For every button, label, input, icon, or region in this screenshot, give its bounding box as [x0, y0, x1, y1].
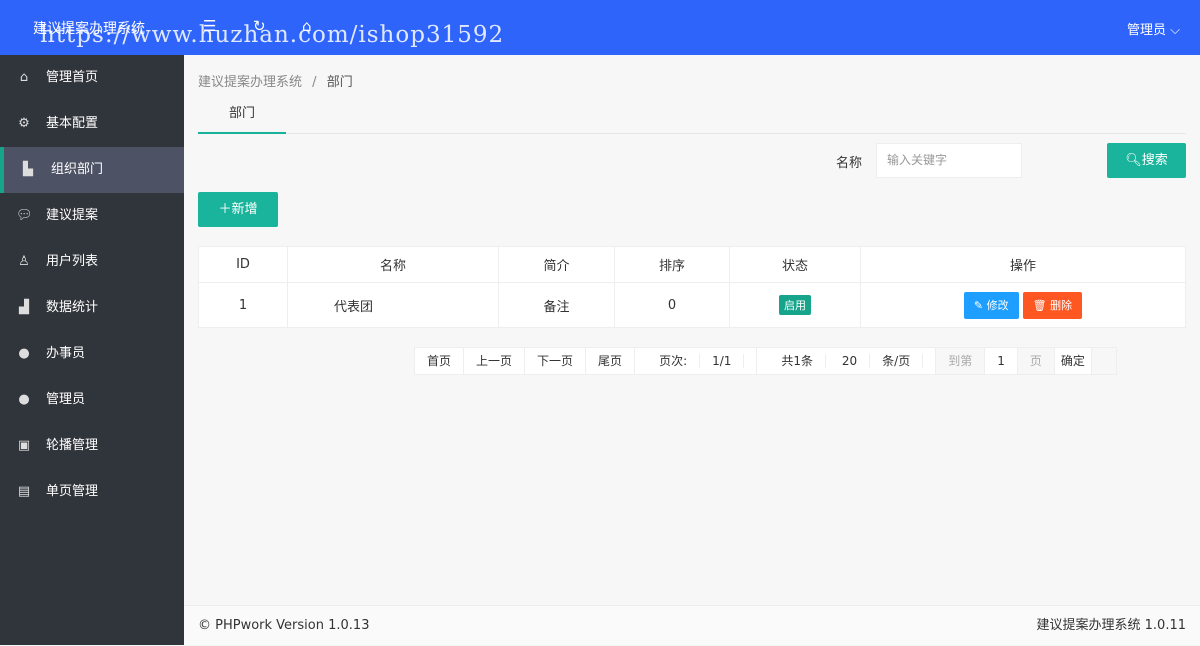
pager-spacer: [1091, 348, 1116, 374]
cell-intro: 备注: [498, 282, 615, 328]
users-icon: ♙: [18, 254, 30, 269]
tab-departments[interactable]: 部门: [198, 99, 286, 134]
sidebar-item-label: 数据统计: [46, 300, 99, 315]
footer-version: 建议提案办理系统 1.0.11: [1036, 618, 1186, 633]
column-header: 操作: [860, 246, 1186, 283]
breadcrumb-root[interactable]: 建议提案办理系统: [198, 75, 302, 90]
search-icon: 🔍︎: [1125, 153, 1142, 168]
sidebar-item-label: 单页管理: [46, 484, 99, 499]
page-info: 页次: 1/1: [635, 348, 758, 374]
sidebar-item-pages[interactable]: ▤ 单页管理: [0, 469, 184, 515]
cell-id: 1: [198, 282, 288, 328]
user-icon: ●: [18, 346, 30, 361]
first-page-link[interactable]: 首页: [415, 348, 465, 374]
table-row: 1 代表团 备注 0 启用 ✎ 修改 🗑︎ 删除: [198, 282, 1186, 328]
top-header: 建议提案办理系统 ☰ ↻ ⌂ 管理员 ⌵ https://www.huzhan.…: [0, 0, 1200, 55]
column-header: 名称: [287, 246, 499, 283]
sidebar-item-label: 管理员: [46, 392, 86, 407]
bar-chart-icon: ▟: [19, 300, 29, 315]
prev-page-link[interactable]: 上一页: [464, 348, 526, 374]
search-button-label: 搜索: [1141, 153, 1168, 168]
cell-status: 启用: [729, 282, 861, 328]
footer: © PHPwork Version 1.0.13 建议提案办理系统 1.0.11: [184, 605, 1200, 645]
total-count: 共1条: [769, 354, 827, 368]
pencil-icon: ✎: [973, 298, 987, 312]
home-icon: ⌂: [19, 70, 29, 85]
page-label: 页次:: [647, 354, 701, 368]
sidebar-item-label: 办事员: [46, 346, 86, 361]
goto-label: 到第: [936, 348, 986, 374]
column-header: 状态: [729, 246, 861, 283]
sidebar-item-clerks[interactable]: ● 办事员: [0, 331, 184, 377]
column-header: ID: [198, 246, 288, 283]
add-button-label: 新增: [231, 202, 258, 217]
sidebar-item-users[interactable]: ♙ 用户列表: [0, 239, 184, 285]
search-button[interactable]: 🔍︎搜索: [1107, 143, 1186, 178]
pagination: 首页 上一页 下一页 尾页 页次: 1/1 共1条 20 条/页 到第 1 页 确定: [414, 347, 1117, 375]
column-header: 简介: [498, 246, 615, 283]
page-unit: 页: [1017, 348, 1055, 374]
sidebar-item-admins[interactable]: ● 管理员: [0, 377, 184, 423]
breadcrumb: 建议提案办理系统 / 部门: [198, 71, 353, 90]
app-title: 建议提案办理系统: [33, 21, 145, 37]
search-input[interactable]: 输入关键字: [876, 143, 1022, 178]
home-icon[interactable]: ⌂: [302, 17, 312, 35]
sidebar-item-label: 用户列表: [46, 254, 99, 269]
menu-toggle-icon[interactable]: ☰: [203, 17, 216, 35]
sidebar-item-config[interactable]: ⚙ 基本配置: [0, 101, 184, 147]
file-icon: ▤: [17, 484, 31, 499]
delete-button[interactable]: 🗑︎ 删除: [1022, 291, 1083, 319]
trash-icon: 🗑︎: [1032, 298, 1051, 312]
user-menu[interactable]: 管理员 ⌵: [1127, 19, 1180, 38]
sidebar-item-label: 基本配置: [46, 116, 99, 131]
cell-actions: ✎ 修改 🗑︎ 删除: [860, 282, 1186, 328]
edit-label: 修改: [986, 298, 1009, 312]
sidebar-item-home[interactable]: ⌂ 管理首页: [0, 55, 184, 101]
breadcrumb-current: 部门: [326, 75, 353, 90]
last-page-link[interactable]: 尾页: [586, 348, 636, 374]
next-page-link[interactable]: 下一页: [525, 348, 587, 374]
delete-label: 删除: [1050, 298, 1073, 312]
table-header-row: ID 名称 简介 排序 状态 操作: [198, 246, 1186, 283]
sidebar-item-label: 轮播管理: [46, 438, 99, 453]
department-table: ID 名称 简介 排序 状态 操作 1 代表团 备注 0 启用 ✎ 修改 🗑︎ 删…: [198, 246, 1186, 328]
per-page-suffix: 条/页: [870, 354, 924, 368]
per-page: 20: [829, 354, 871, 368]
cell-name: 代表团: [287, 282, 499, 328]
column-header: 排序: [614, 246, 730, 283]
page-value: 1/1: [700, 354, 745, 368]
plus-icon: ＋: [218, 202, 232, 217]
refresh-icon[interactable]: ↻: [253, 17, 266, 35]
tab-bar: 部门: [198, 99, 1186, 134]
sidebar-item-proposals[interactable]: 💬︎ 建议提案: [0, 193, 184, 239]
user-icon: ●: [18, 392, 30, 407]
sidebar-item-label: 管理首页: [46, 70, 99, 85]
sitemap-icon: ▙: [23, 162, 33, 177]
main-content: 建议提案办理系统 / 部门 部门 名称 输入关键字 🔍︎搜索 ＋新增 ID 名称…: [184, 55, 1200, 605]
sidebar-item-label: 建议提案: [46, 208, 99, 223]
status-badge[interactable]: 启用: [779, 295, 811, 315]
sidebar-item-label: 组织部门: [51, 162, 104, 177]
goto-confirm-button[interactable]: 确定: [1055, 348, 1092, 374]
goto-page-input[interactable]: 1: [985, 348, 1018, 374]
sidebar-item-stats[interactable]: ▟ 数据统计: [0, 285, 184, 331]
user-name: 管理员: [1126, 23, 1166, 38]
total-info: 共1条 20 条/页: [757, 348, 937, 374]
breadcrumb-separator: /: [312, 75, 317, 90]
sidebar-item-departments[interactable]: ▙ 组织部门: [0, 147, 184, 193]
sidebar: ⌂ 管理首页 ⚙ 基本配置 ▙ 组织部门 💬︎ 建议提案 ♙ 用户列表 ▟ 数据统计 ● 办事…: [0, 55, 184, 645]
cell-sort: 0: [614, 282, 730, 328]
chat-icon: 💬︎: [16, 208, 33, 223]
image-icon: ▣: [17, 438, 31, 453]
search-label: 名称: [836, 156, 863, 171]
add-button[interactable]: ＋新增: [198, 192, 278, 227]
footer-copyright: © PHPwork Version 1.0.13: [198, 618, 370, 633]
edit-button[interactable]: ✎ 修改: [963, 291, 1019, 319]
gear-icon: ⚙: [18, 116, 30, 131]
sidebar-item-carousel[interactable]: ▣ 轮播管理: [0, 423, 184, 469]
